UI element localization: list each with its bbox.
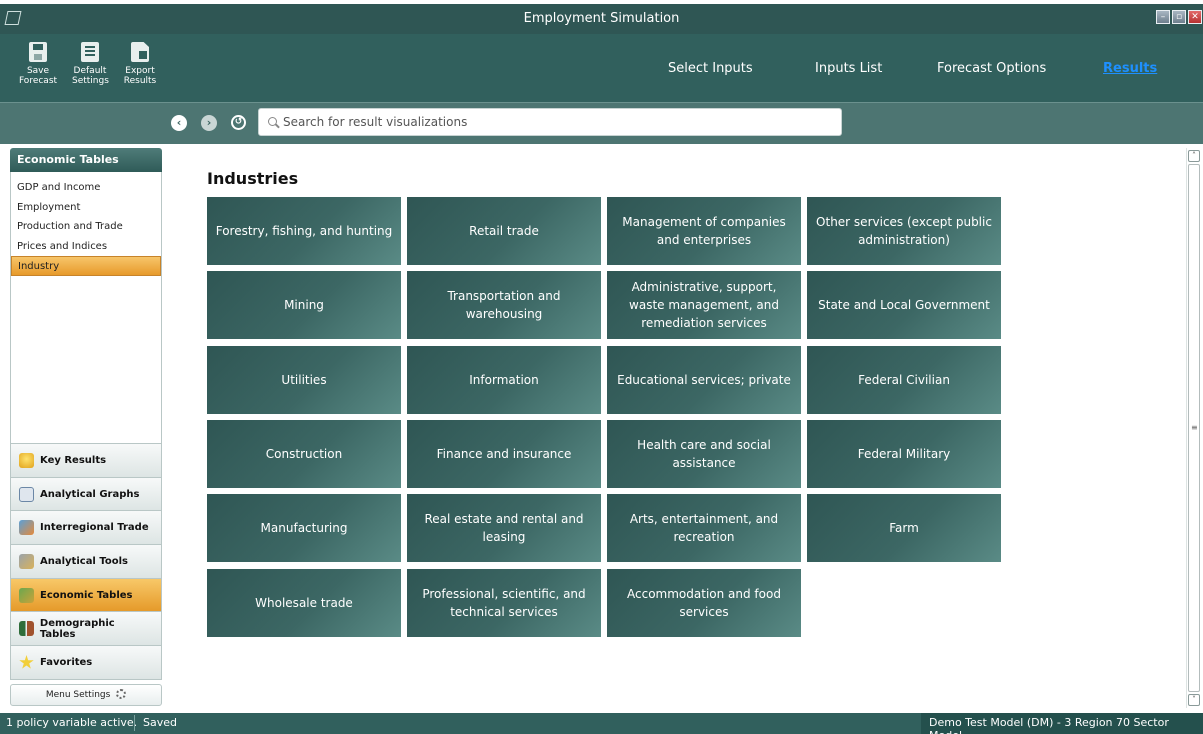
tile-utilities[interactable]: Utilities: [207, 346, 401, 414]
scroll-up-arrow-icon[interactable]: ˄: [1188, 150, 1200, 162]
category-favorites-label: Favorites: [40, 656, 93, 668]
title-bar: Employment Simulation – ▫ ✕: [0, 4, 1203, 34]
tile-federal-military[interactable]: Federal Military: [807, 420, 1001, 488]
export-document-icon: [131, 42, 149, 62]
page-title: Industries: [207, 169, 299, 188]
tile-wholesale-trade[interactable]: Wholesale trade: [207, 569, 401, 637]
export-results-label: Export Results: [123, 66, 157, 86]
tile-accommodation-food[interactable]: Accommodation and food services: [607, 569, 801, 637]
search-bar-row: ‹ › ↺: [0, 102, 1203, 144]
back-arrow-icon[interactable]: ‹: [171, 115, 187, 131]
tile-real-estate[interactable]: Real estate and rental and leasing: [407, 494, 601, 562]
tile-federal-civilian[interactable]: Federal Civilian: [807, 346, 1001, 414]
forward-arrow-icon[interactable]: ›: [201, 115, 217, 131]
tile-information[interactable]: Information: [407, 346, 601, 414]
sidebar-item-employment[interactable]: Employment: [11, 198, 161, 218]
category-economic-tables[interactable]: Economic Tables: [10, 578, 162, 613]
save-forecast-label: Save Forecast: [18, 66, 58, 86]
window-title: Employment Simulation: [523, 11, 680, 26]
category-key-results[interactable]: Key Results: [10, 444, 162, 478]
status-divider: [134, 715, 135, 731]
vertical-scrollbar[interactable]: ˄ ≡ ˅: [1186, 148, 1200, 708]
minimize-button[interactable]: –: [1156, 10, 1170, 24]
category-demographic-tables[interactable]: Demographic Tables: [10, 612, 162, 647]
sidebar-item-prices-and-indices[interactable]: Prices and Indices: [11, 237, 161, 257]
model-status: Demo Test Model (DM) - 3 Region 70 Secto…: [921, 713, 1203, 734]
category-analytical-tools[interactable]: Analytical Tools: [10, 545, 162, 579]
tile-forestry-fishing-hunting[interactable]: Forestry, fishing, and hunting: [207, 197, 401, 265]
category-analytical-tools-label: Analytical Tools: [40, 555, 128, 567]
floppy-disk-icon: [29, 42, 47, 62]
scroll-thumb[interactable]: ≡: [1188, 164, 1200, 692]
policy-status: 1 policy variable active.: [6, 716, 138, 729]
tools-icon: [19, 553, 34, 569]
nav-forecast-options[interactable]: Forecast Options: [937, 61, 1046, 76]
list-icon: [81, 42, 99, 62]
category-interregional-trade-label: Interregional Trade: [40, 522, 149, 534]
search-box[interactable]: [258, 108, 842, 136]
graph-icon: [19, 486, 34, 502]
default-settings-label: Default Settings: [72, 66, 109, 86]
people-icon: [19, 621, 34, 637]
section-title: Economic Tables: [10, 148, 162, 172]
tile-construction[interactable]: Construction: [207, 420, 401, 488]
grip-icon: ≡: [1191, 423, 1198, 432]
tile-health-care[interactable]: Health care and social assistance: [607, 420, 801, 488]
search-icon: [268, 117, 277, 126]
left-navigation-panel: Economic Tables GDP and Income Employmen…: [10, 148, 162, 708]
ribbon: Save Forecast Default Settings Export Re…: [0, 34, 1203, 102]
tile-arts-entertainment[interactable]: Arts, entertainment, and recreation: [607, 494, 801, 562]
tile-retail-trade[interactable]: Retail trade: [407, 197, 601, 265]
tile-educational-services[interactable]: Educational services; private: [607, 346, 801, 414]
maximize-button[interactable]: ▫: [1172, 10, 1186, 24]
tile-mining[interactable]: Mining: [207, 271, 401, 339]
tile-farm[interactable]: Farm: [807, 494, 1001, 562]
category-economic-tables-label: Economic Tables: [40, 589, 133, 601]
category-interregional-trade[interactable]: Interregional Trade: [10, 511, 162, 546]
close-button[interactable]: ✕: [1188, 10, 1202, 24]
category-analytical-graphs[interactable]: Analytical Graphs: [10, 477, 162, 512]
category-key-results-label: Key Results: [40, 454, 107, 466]
table-icon: [19, 587, 34, 603]
section-item-list: GDP and Income Employment Production and…: [10, 172, 162, 444]
nav-inputs-list[interactable]: Inputs List: [815, 61, 882, 76]
category-analytical-graphs-label: Analytical Graphs: [40, 488, 140, 500]
star-icon: [19, 654, 34, 669]
tile-administrative-support[interactable]: Administrative, support, waste managemen…: [607, 271, 801, 339]
tile-management-of-companies[interactable]: Management of companies and enterprises: [607, 197, 801, 265]
nav-results[interactable]: Results: [1103, 61, 1157, 76]
search-input[interactable]: [283, 112, 833, 132]
nav-select-inputs[interactable]: Select Inputs: [668, 61, 753, 76]
trade-icon: [19, 520, 34, 536]
sidebar-item-gdp-and-income[interactable]: GDP and Income: [11, 178, 161, 198]
status-bar: 1 policy variable active. Saved Demo Tes…: [0, 713, 1203, 734]
tile-finance-insurance[interactable]: Finance and insurance: [407, 420, 601, 488]
save-status: Saved: [143, 716, 177, 729]
default-settings-button[interactable]: Default Settings: [72, 42, 109, 86]
history-icon[interactable]: ↺: [231, 115, 246, 130]
gear-icon: [116, 689, 127, 700]
tile-other-services[interactable]: Other services (except public administra…: [807, 197, 1001, 265]
tile-state-local-government[interactable]: State and Local Government: [807, 271, 1001, 339]
category-favorites[interactable]: Favorites: [10, 646, 162, 680]
export-results-button[interactable]: Export Results: [122, 42, 158, 86]
menu-settings-button[interactable]: Menu Settings: [10, 683, 162, 706]
lightbulb-icon: [19, 452, 34, 468]
menu-settings-label: Menu Settings: [45, 689, 111, 700]
tile-professional-services[interactable]: Professional, scientific, and technical …: [407, 569, 601, 637]
save-forecast-button[interactable]: Save Forecast: [8, 42, 68, 86]
tile-transportation-warehousing[interactable]: Transportation and warehousing: [407, 271, 601, 339]
category-demographic-tables-label: Demographic Tables: [39, 617, 115, 640]
sidebar-item-industry[interactable]: Industry: [11, 256, 161, 276]
sidebar-item-production-and-trade[interactable]: Production and Trade: [11, 217, 161, 237]
scroll-down-arrow-icon[interactable]: ˅: [1188, 694, 1200, 706]
tile-manufacturing[interactable]: Manufacturing: [207, 494, 401, 562]
